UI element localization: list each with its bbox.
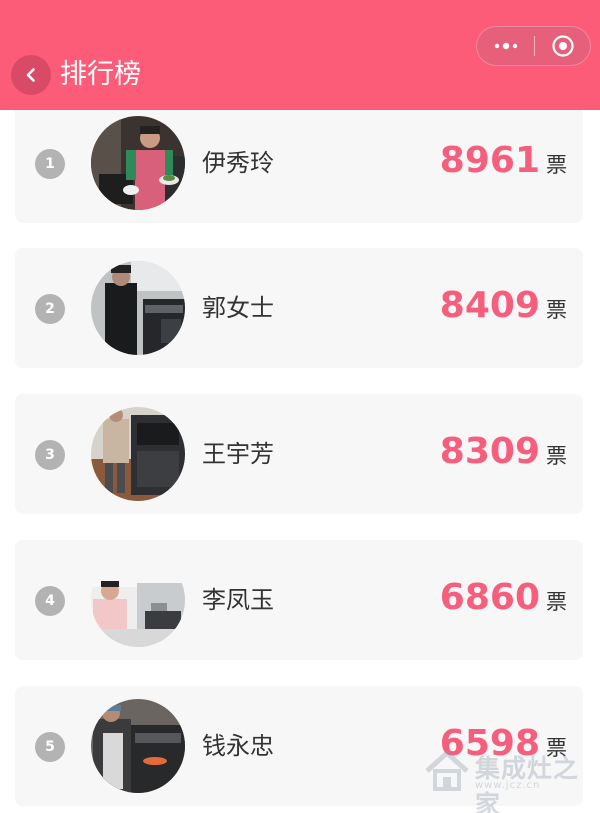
rank-badge: 1 <box>35 149 65 179</box>
vote-count: 6860 票 <box>440 574 567 622</box>
ranking-item[interactable]: 4 李凤玉 6860 票 <box>15 540 583 660</box>
rank-badge: 4 <box>35 586 65 616</box>
contestant-name: 钱永忠 <box>202 732 274 760</box>
more-dots-icon <box>494 42 517 50</box>
more-button[interactable] <box>477 27 534 65</box>
ranking-item[interactable]: 3 王宇芳 8309 票 <box>15 394 583 514</box>
avatar[interactable] <box>91 261 185 355</box>
vote-number: 6860 <box>439 577 540 618</box>
ranking-list: 1 伊秀玲 8961 票 2 郭女士 8409 票 3 王宇芳 8309 票 4… <box>0 0 600 813</box>
contestant-name: 李凤玉 <box>202 586 274 614</box>
header-bar: 排行榜 <box>0 0 600 110</box>
watermark-url: www.jcz.cn <box>475 780 541 791</box>
rank-badge: 3 <box>35 440 65 470</box>
ranking-item[interactable]: 1 伊秀玲 8961 票 <box>15 103 583 223</box>
avatar[interactable] <box>91 699 185 793</box>
vote-number: 8409 <box>439 285 540 326</box>
chevron-left-icon <box>26 68 35 82</box>
watermark: 集成灶之家 www.jcz.cn <box>423 747 583 813</box>
vote-count: 8309 票 <box>440 428 567 476</box>
house-logo-icon <box>425 750 469 791</box>
avatar[interactable] <box>91 553 185 647</box>
close-button[interactable] <box>535 27 591 65</box>
rank-badge: 5 <box>35 732 65 762</box>
vote-count: 8409 票 <box>440 282 567 330</box>
contestant-name: 王宇芳 <box>202 440 274 468</box>
vote-number: 8309 <box>439 431 540 472</box>
page-title: 排行榜 <box>60 59 141 90</box>
avatar[interactable] <box>91 407 185 501</box>
target-close-icon <box>552 35 574 57</box>
vote-unit: 票 <box>546 444 567 468</box>
vote-unit: 票 <box>546 298 567 322</box>
rank-badge: 2 <box>35 294 65 324</box>
vote-number: 8961 <box>439 140 540 181</box>
ranking-page: 1 伊秀玲 8961 票 2 郭女士 8409 票 3 王宇芳 8309 票 4… <box>0 0 600 813</box>
avatar[interactable] <box>91 116 185 210</box>
contestant-name: 伊秀玲 <box>202 149 274 177</box>
vote-count: 8961 票 <box>440 137 567 185</box>
ranking-item[interactable]: 2 郭女士 8409 票 <box>15 248 583 368</box>
contestant-name: 郭女士 <box>202 294 274 322</box>
vote-unit: 票 <box>546 590 567 614</box>
mini-program-capsule <box>476 26 591 66</box>
vote-unit: 票 <box>546 153 567 177</box>
back-button[interactable] <box>11 55 51 95</box>
